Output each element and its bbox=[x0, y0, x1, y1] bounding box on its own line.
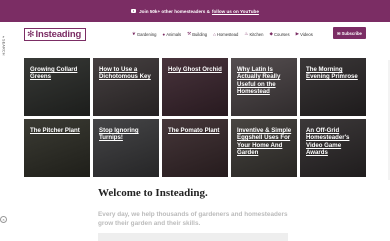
nav-kitchen[interactable]: ♨ Kitchen bbox=[244, 31, 263, 37]
paw-icon: ● bbox=[162, 31, 166, 37]
search-tab-label: SEARCH bbox=[1, 39, 6, 56]
article-tile[interactable]: Holy Ghost Orchid bbox=[162, 58, 228, 116]
nav-videos-label: Videos bbox=[300, 31, 313, 37]
welcome-heading: Welcome to Insteading. bbox=[98, 187, 208, 199]
nav-courses-label: Courses bbox=[273, 31, 290, 37]
article-title[interactable]: Holy Ghost Orchid bbox=[168, 66, 223, 73]
nav-building-label: Building bbox=[192, 31, 208, 37]
announcement-bar: Join 50k+ other homesteaders & follow us… bbox=[0, 0, 390, 22]
article-title[interactable]: The Morning Evening Primrose bbox=[306, 66, 361, 81]
nav-gardening-label: Gardening bbox=[136, 31, 157, 37]
home-icon: ⌂ bbox=[213, 31, 216, 37]
article-title[interactable]: Inventive & Simple Eggshell Uses For You… bbox=[237, 127, 292, 156]
nav-courses[interactable]: ◆ Courses bbox=[269, 31, 289, 37]
nav-animals-label: Animals bbox=[166, 31, 182, 37]
article-title[interactable]: Stop Ignoring Turnips! bbox=[99, 127, 154, 142]
article-grid: Growing Collard Greens How to Use a Dich… bbox=[24, 58, 366, 177]
article-title[interactable]: The Pomato Plant bbox=[168, 127, 223, 134]
youtube-follow-link[interactable]: follow us on YouTube bbox=[212, 9, 259, 14]
graduation-icon: ◆ bbox=[269, 31, 273, 36]
article-tile[interactable]: Inventive & Simple Eggshell Uses For You… bbox=[231, 119, 297, 177]
main-nav: ❦ Gardening ● Animals ⚒ Building ⌂ Homes… bbox=[132, 31, 313, 37]
article-title[interactable]: Why Latin Is Actually Really Useful on t… bbox=[237, 66, 292, 95]
play-icon: ▶ bbox=[295, 31, 300, 36]
logo-text: Insteading bbox=[35, 29, 82, 40]
article-title[interactable]: An Off-Grid Homesteader's Video Game Awa… bbox=[306, 127, 361, 156]
site-logo[interactable]: ✻ Insteading bbox=[24, 28, 86, 41]
article-title[interactable]: The Pitcher Plant bbox=[30, 127, 85, 134]
nav-gardening[interactable]: ❦ Gardening bbox=[132, 31, 156, 37]
flower-icon: ✻ bbox=[27, 29, 35, 39]
leaf-icon: ❦ bbox=[132, 31, 136, 36]
article-title[interactable]: Growing Collard Greens bbox=[30, 66, 85, 81]
spoon-icon: ♨ bbox=[244, 31, 249, 36]
nav-animals[interactable]: ● Animals bbox=[162, 32, 181, 37]
article-tile[interactable]: Why Latin Is Actually Really Useful on t… bbox=[231, 58, 297, 116]
nav-homestead-label: Homestead bbox=[216, 31, 239, 37]
search-tab[interactable]: ⌕ SEARCH bbox=[0, 34, 7, 60]
nav-building[interactable]: ⚒ Building bbox=[187, 31, 207, 37]
mail-icon: ✉ bbox=[337, 30, 341, 36]
nav-homestead[interactable]: ⌂ Homestead bbox=[213, 32, 238, 37]
subscribe-button[interactable]: ✉ Subscribe bbox=[333, 27, 366, 39]
article-title[interactable]: How to Use a Dichotomous Key bbox=[99, 66, 154, 81]
welcome-intro: Every day, we help thousands of gardener… bbox=[98, 211, 288, 227]
subscribe-label: Subscribe bbox=[341, 30, 362, 36]
article-tile[interactable]: Stop Ignoring Turnips! bbox=[93, 119, 159, 177]
close-icon[interactable]: × bbox=[0, 216, 7, 223]
article-tile[interactable]: How to Use a Dichotomous Key bbox=[93, 58, 159, 116]
article-tile[interactable]: The Pitcher Plant bbox=[24, 119, 90, 177]
site-header: ✻ Insteading ❦ Gardening ● Animals ⚒ Bui… bbox=[0, 22, 390, 52]
announcement-text: Join 50k+ other homesteaders & bbox=[139, 8, 210, 14]
youtube-icon bbox=[131, 9, 137, 13]
nav-kitchen-label: Kitchen bbox=[249, 31, 264, 37]
article-tile[interactable]: An Off-Grid Homesteader's Video Game Awa… bbox=[300, 119, 366, 177]
article-tile[interactable]: The Morning Evening Primrose bbox=[300, 58, 366, 116]
article-tile[interactable]: The Pomato Plant bbox=[162, 119, 228, 177]
hammer-icon: ⚒ bbox=[187, 31, 192, 36]
nav-videos[interactable]: ▶ Videos bbox=[296, 31, 313, 37]
article-tile[interactable]: Growing Collard Greens bbox=[24, 58, 90, 116]
